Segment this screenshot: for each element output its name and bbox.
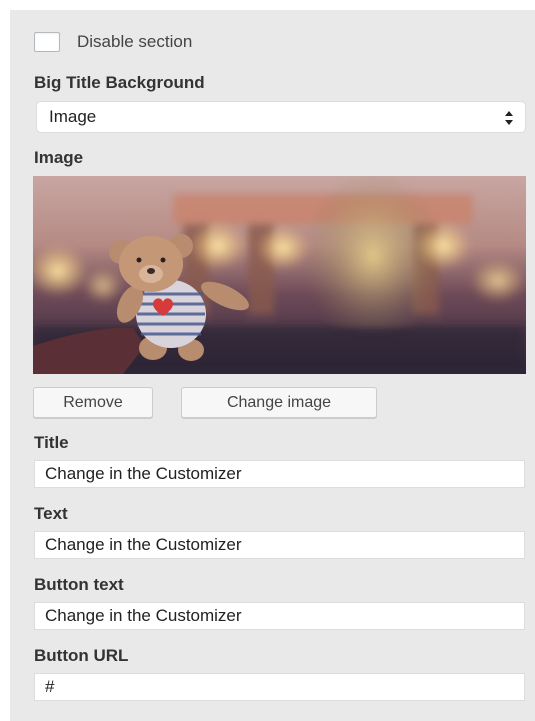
teddy-bear-photo [33,176,526,374]
image-label: Image [34,148,84,167]
button-text-input[interactable]: Change in the Customizer [34,602,525,630]
disable-section-checkbox[interactable] [34,32,60,52]
change-image-button[interactable]: Change image [181,387,377,418]
title-label: Title [34,433,69,452]
text-input[interactable]: Change in the Customizer [34,531,525,559]
background-select[interactable]: Image [36,101,526,133]
button-text-label: Button text [34,575,124,594]
remove-image-button[interactable]: Remove [33,387,153,418]
button-url-label: Button URL [34,646,129,665]
title-input[interactable]: Change in the Customizer [34,460,525,488]
customizer-section-panel: Disable section Big Title Background Ima… [10,10,535,721]
text-label: Text [34,504,68,523]
image-preview [33,176,526,374]
disable-section-row[interactable]: Disable section [34,32,192,52]
select-arrows-icon [505,111,513,125]
background-select-value: Image [49,107,97,126]
background-label: Big Title Background [34,73,205,92]
disable-section-label[interactable]: Disable section [77,32,192,52]
button-url-input[interactable]: # [34,673,525,701]
